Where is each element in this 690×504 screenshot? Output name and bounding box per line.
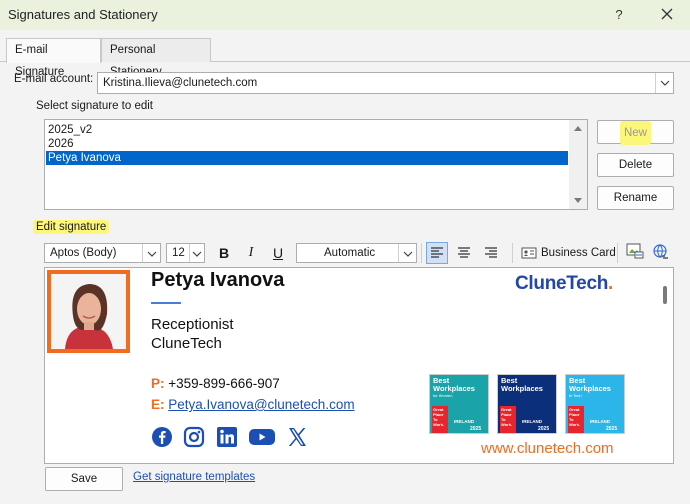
close-icon: [661, 8, 673, 20]
toolbar-divider: [421, 243, 422, 263]
great-place-to-work-mark: Great Place To Work.: [568, 406, 584, 433]
tab-personal-stationery[interactable]: Personal Stationery: [101, 38, 211, 78]
bold-button[interactable]: B: [214, 243, 234, 263]
rename-button[interactable]: Rename: [597, 186, 674, 210]
best-workplaces-badge: Best Workplaces Great Place To Work. IREL…: [497, 374, 557, 434]
insert-hyperlink-button[interactable]: [651, 243, 671, 263]
signature-editor[interactable]: Petya Ivanova Receptionist CluneTech Clu…: [44, 267, 674, 464]
new-button-label: New: [619, 121, 651, 145]
badge-year: 2025: [470, 426, 482, 432]
underline-button[interactable]: U: [268, 243, 288, 263]
great-place-to-work-mark: Great Place To Work.: [432, 406, 448, 433]
account-select[interactable]: Kristina.Ilieva@clunetech.com: [97, 72, 674, 94]
signature-name: Petya Ivanova: [151, 269, 285, 291]
new-button[interactable]: New: [597, 120, 674, 145]
phone-key: P:: [151, 376, 165, 391]
tab-email-signature[interactable]: E-mail Signature: [6, 38, 101, 78]
instagram-icon[interactable]: [183, 426, 205, 448]
font-value: Aptos (Body): [50, 247, 117, 259]
business-card-label: Business Card: [541, 247, 616, 259]
linkedin-icon[interactable]: [216, 426, 238, 448]
youtube-icon[interactable]: [248, 426, 276, 448]
person-photo-icon: [51, 274, 126, 349]
font-dropdown-button[interactable]: [142, 244, 160, 262]
editor-scroll-thumb[interactable]: [663, 286, 667, 304]
edit-signature-label: Edit signature: [33, 220, 110, 234]
get-signature-templates-link[interactable]: Get signature templates: [133, 471, 255, 483]
phone-value: +359-899-666-907: [168, 376, 280, 391]
name-divider: [151, 302, 181, 304]
badge-region: IRELAND: [454, 419, 474, 424]
email-key: E:: [151, 397, 165, 412]
badge-year: 2025: [606, 426, 618, 432]
select-signature-label: Select signature to edit: [36, 100, 153, 112]
facebook-icon[interactable]: [151, 426, 173, 448]
account-dropdown-button[interactable]: [655, 73, 673, 93]
window-title: Signatures and Stationery: [8, 7, 158, 22]
font-size-dropdown-button[interactable]: [189, 244, 204, 262]
email-link[interactable]: Petya.Ivanova@clunetech.com: [168, 397, 354, 412]
best-workplaces-badge-tech: Best Workplaces in Tech Great Place To Wor…: [565, 374, 625, 434]
chevron-down-icon: [192, 251, 202, 257]
badge-region: IRELAND: [590, 419, 610, 424]
insert-picture-button[interactable]: [625, 243, 645, 263]
picture-icon: [626, 243, 644, 259]
tab-strip: E-mail Signature Personal Stationery: [0, 36, 690, 78]
best-workplaces-badge-women: Best Workplaces for Women Great Place To W…: [429, 374, 489, 434]
editor-scrollbar[interactable]: [657, 268, 673, 463]
font-size-select[interactable]: 12: [166, 243, 205, 263]
align-left-icon: [431, 247, 443, 258]
align-right-icon: [485, 247, 497, 258]
font-color-dropdown-button[interactable]: [398, 244, 416, 262]
help-button[interactable]: ?: [606, 4, 632, 26]
great-place-to-work-mark: Great Place To Work.: [500, 406, 516, 433]
scroll-up-icon[interactable]: [574, 126, 582, 131]
list-item[interactable]: 2026: [46, 137, 568, 151]
list-item[interactable]: 2025_v2: [46, 123, 568, 137]
signature-list-scrollbar[interactable]: [569, 120, 587, 209]
font-size-value: 12: [172, 247, 185, 259]
signature-role: Receptionist: [151, 316, 234, 333]
font-select[interactable]: Aptos (Body): [44, 243, 161, 263]
font-color-value: Automatic: [324, 247, 376, 259]
toolbar-divider: [512, 243, 513, 263]
business-card-icon: [521, 247, 537, 259]
profile-photo: [51, 274, 126, 349]
x-icon[interactable]: [286, 426, 308, 448]
close-button[interactable]: [654, 4, 680, 26]
badge-header: Best Workplaces: [498, 375, 556, 403]
font-color-select[interactable]: Automatic: [296, 243, 417, 263]
save-button[interactable]: Save: [45, 467, 123, 491]
profile-photo-frame: [47, 270, 130, 353]
align-right-button[interactable]: [480, 242, 502, 264]
brand-logo: CluneTech.: [515, 273, 613, 294]
phone-line: P: +359-899-666-907: [151, 376, 280, 391]
align-left-button[interactable]: [426, 242, 448, 264]
badge-region: IRELAND: [522, 419, 542, 424]
signature-list[interactable]: 2025_v2 2026 Petya Ivanova: [44, 119, 588, 210]
hyperlink-icon: [653, 244, 668, 259]
list-item-selected[interactable]: Petya Ivanova: [46, 151, 568, 165]
badge-header: Best Workplaces for Women: [430, 375, 488, 403]
delete-button[interactable]: Delete: [597, 153, 674, 177]
badge-header: Best Workplaces in Tech: [566, 375, 624, 403]
account-value: Kristina.Ilieva@clunetech.com: [103, 77, 258, 89]
title-bar: Signatures and Stationery ?: [0, 0, 690, 30]
align-center-button[interactable]: [453, 242, 475, 264]
align-center-icon: [458, 247, 470, 258]
chevron-down-icon: [660, 80, 670, 86]
chevron-down-icon: [147, 251, 157, 257]
scroll-down-icon[interactable]: [574, 198, 582, 203]
badge-year: 2025: [538, 426, 550, 432]
website-text: www.clunetech.com: [481, 440, 614, 457]
chevron-down-icon: [403, 251, 413, 257]
italic-button[interactable]: I: [241, 243, 261, 263]
email-line: E: Petya.Ivanova@clunetech.com: [151, 397, 355, 412]
toolbar-divider: [617, 243, 618, 263]
signature-company: CluneTech: [151, 335, 222, 352]
